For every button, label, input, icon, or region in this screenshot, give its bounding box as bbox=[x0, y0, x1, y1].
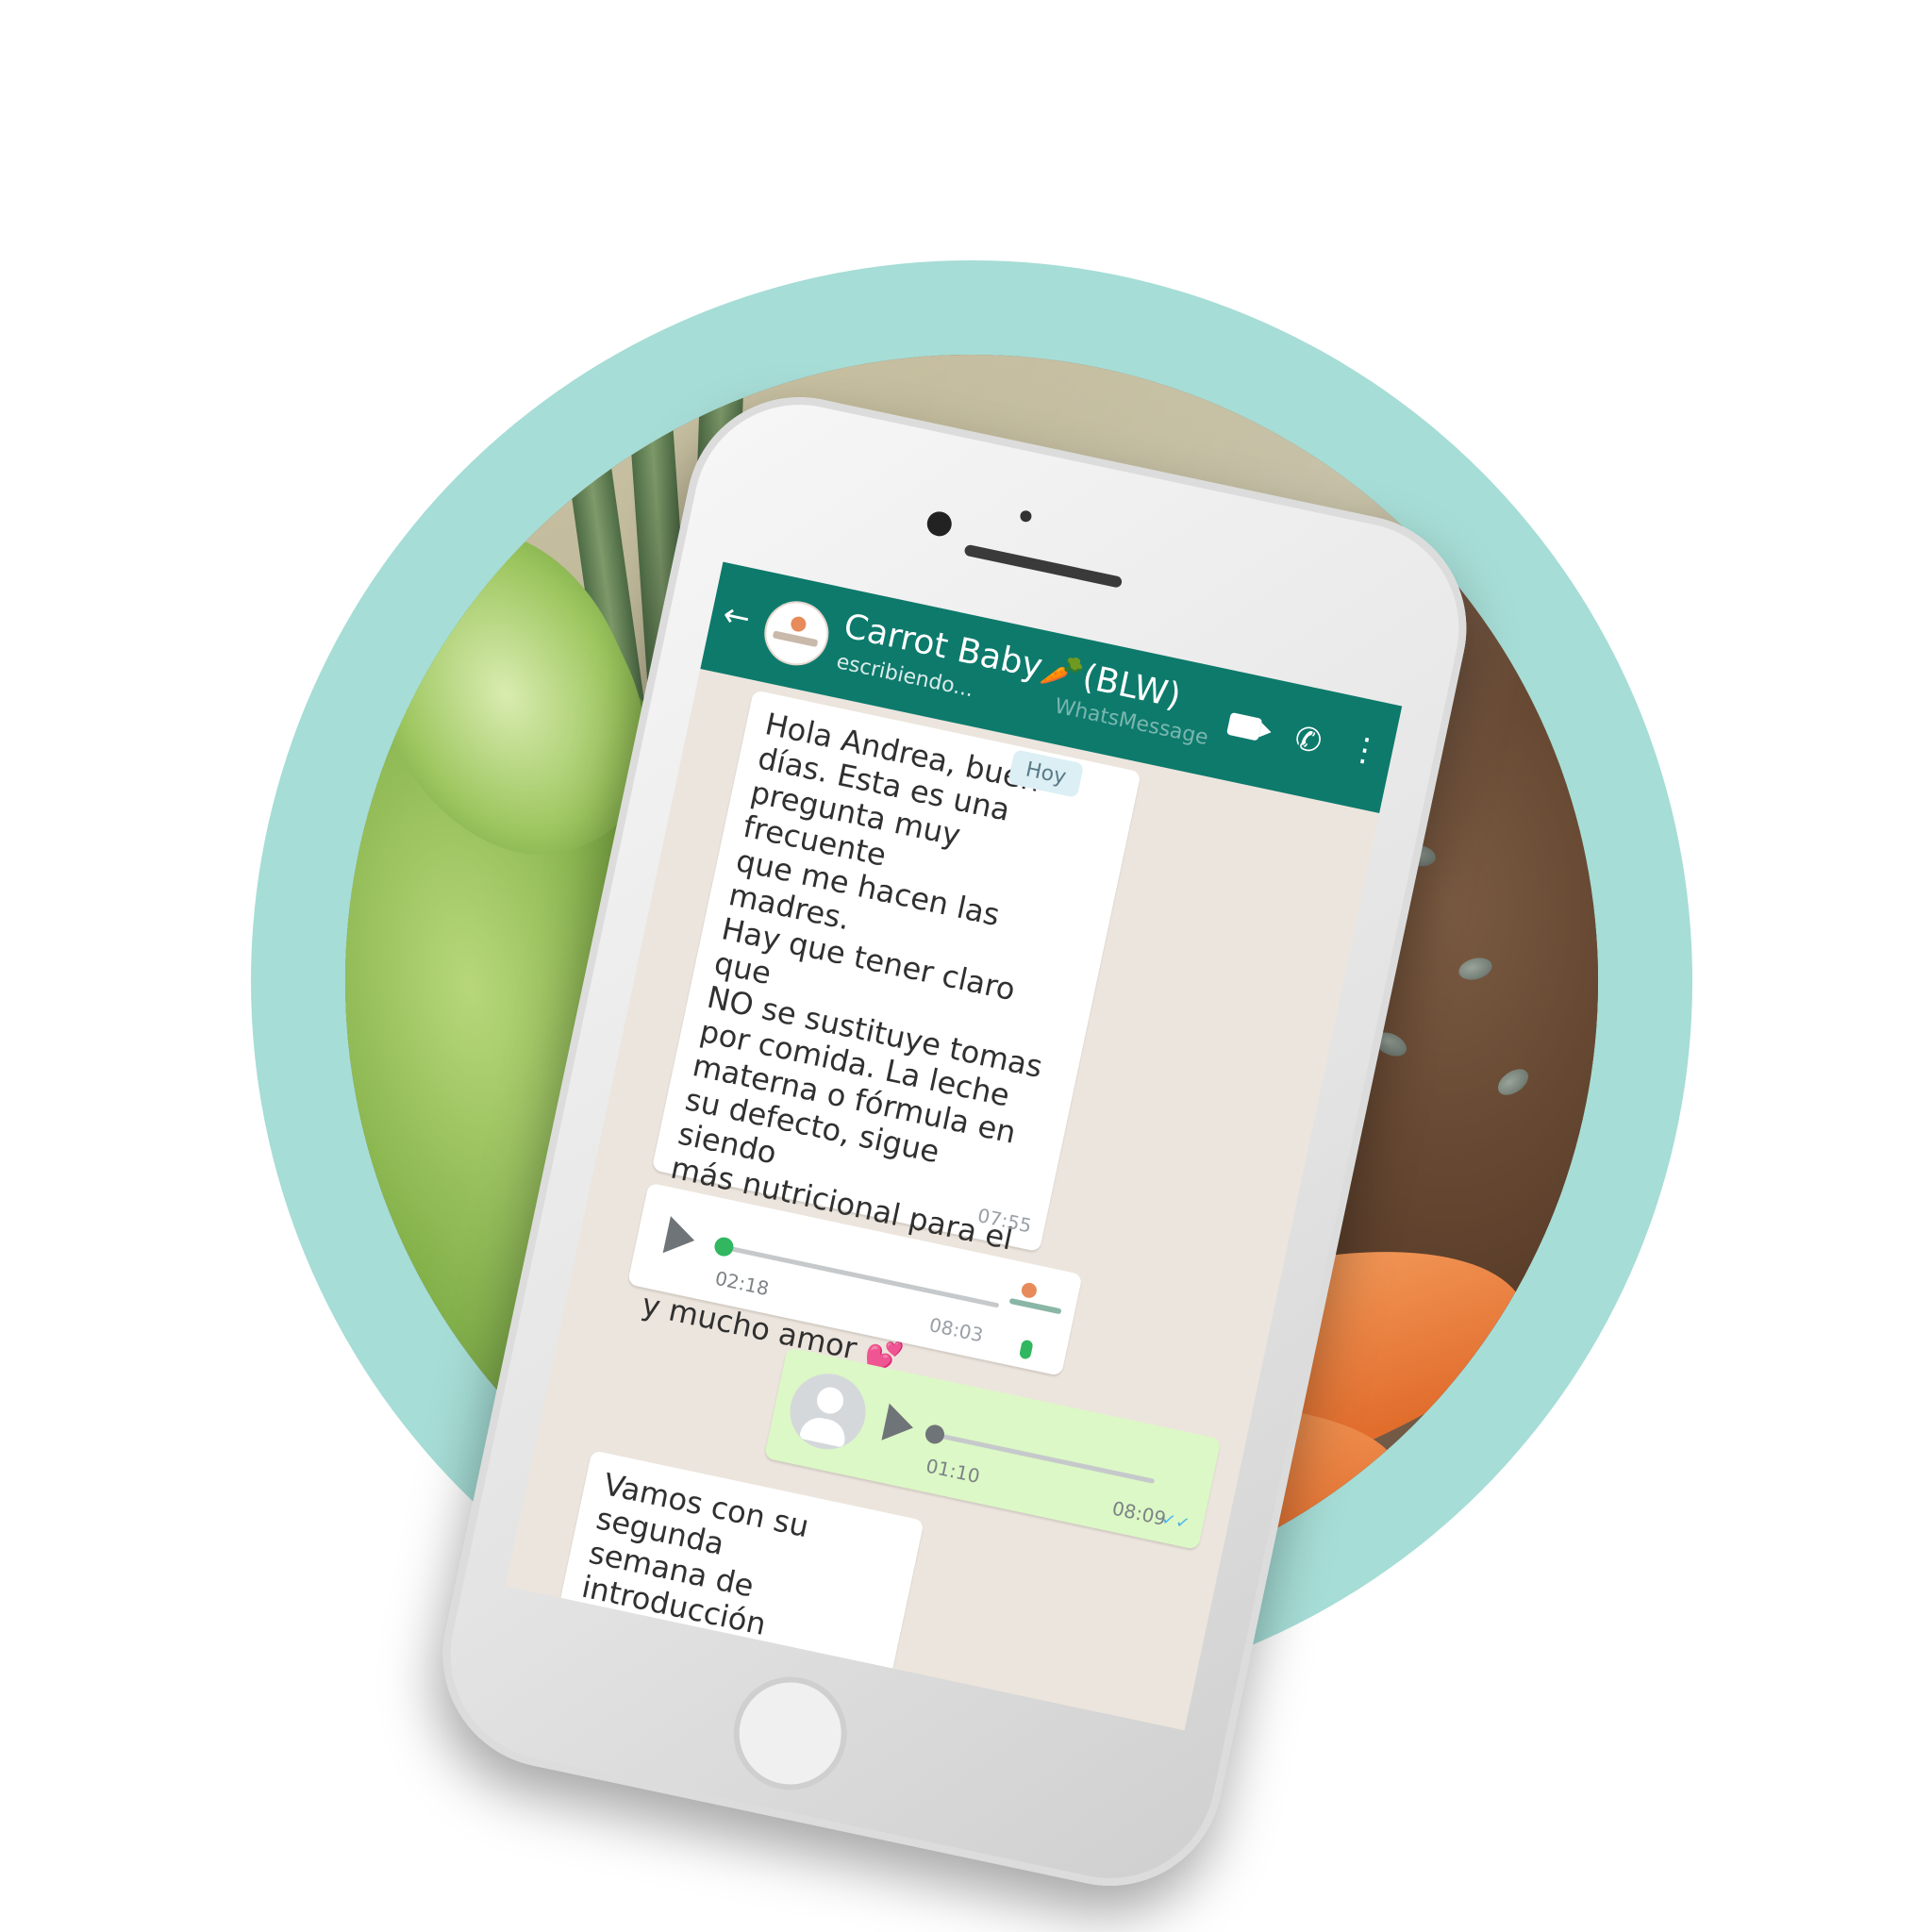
audio-duration: 02:18 bbox=[712, 1266, 772, 1301]
logo-carrot-mark bbox=[789, 615, 808, 634]
sender-logo-avatar bbox=[1007, 1279, 1070, 1328]
play-icon[interactable] bbox=[881, 1403, 918, 1447]
back-arrow-icon[interactable]: ← bbox=[720, 595, 754, 638]
logo-text-mark bbox=[1008, 1297, 1062, 1315]
audio-scrubber-knob[interactable] bbox=[712, 1235, 736, 1258]
message-time: 08:03 bbox=[927, 1312, 986, 1347]
audio-duration: 01:10 bbox=[924, 1454, 982, 1488]
video-call-icon[interactable] bbox=[1226, 711, 1263, 741]
more-options-icon[interactable]: ⋮ bbox=[1345, 728, 1385, 772]
play-icon[interactable] bbox=[662, 1216, 699, 1259]
logo-carrot-mark bbox=[1020, 1281, 1039, 1300]
read-receipt-icon: ✓✓ bbox=[1159, 1508, 1192, 1535]
user-avatar bbox=[783, 1366, 873, 1457]
audio-scrubber-knob[interactable] bbox=[924, 1423, 946, 1446]
voice-call-icon[interactable]: ✆ bbox=[1291, 719, 1325, 761]
microphone-icon bbox=[1018, 1339, 1034, 1360]
contact-avatar[interactable] bbox=[758, 595, 835, 672]
logo-text-mark bbox=[772, 630, 819, 648]
